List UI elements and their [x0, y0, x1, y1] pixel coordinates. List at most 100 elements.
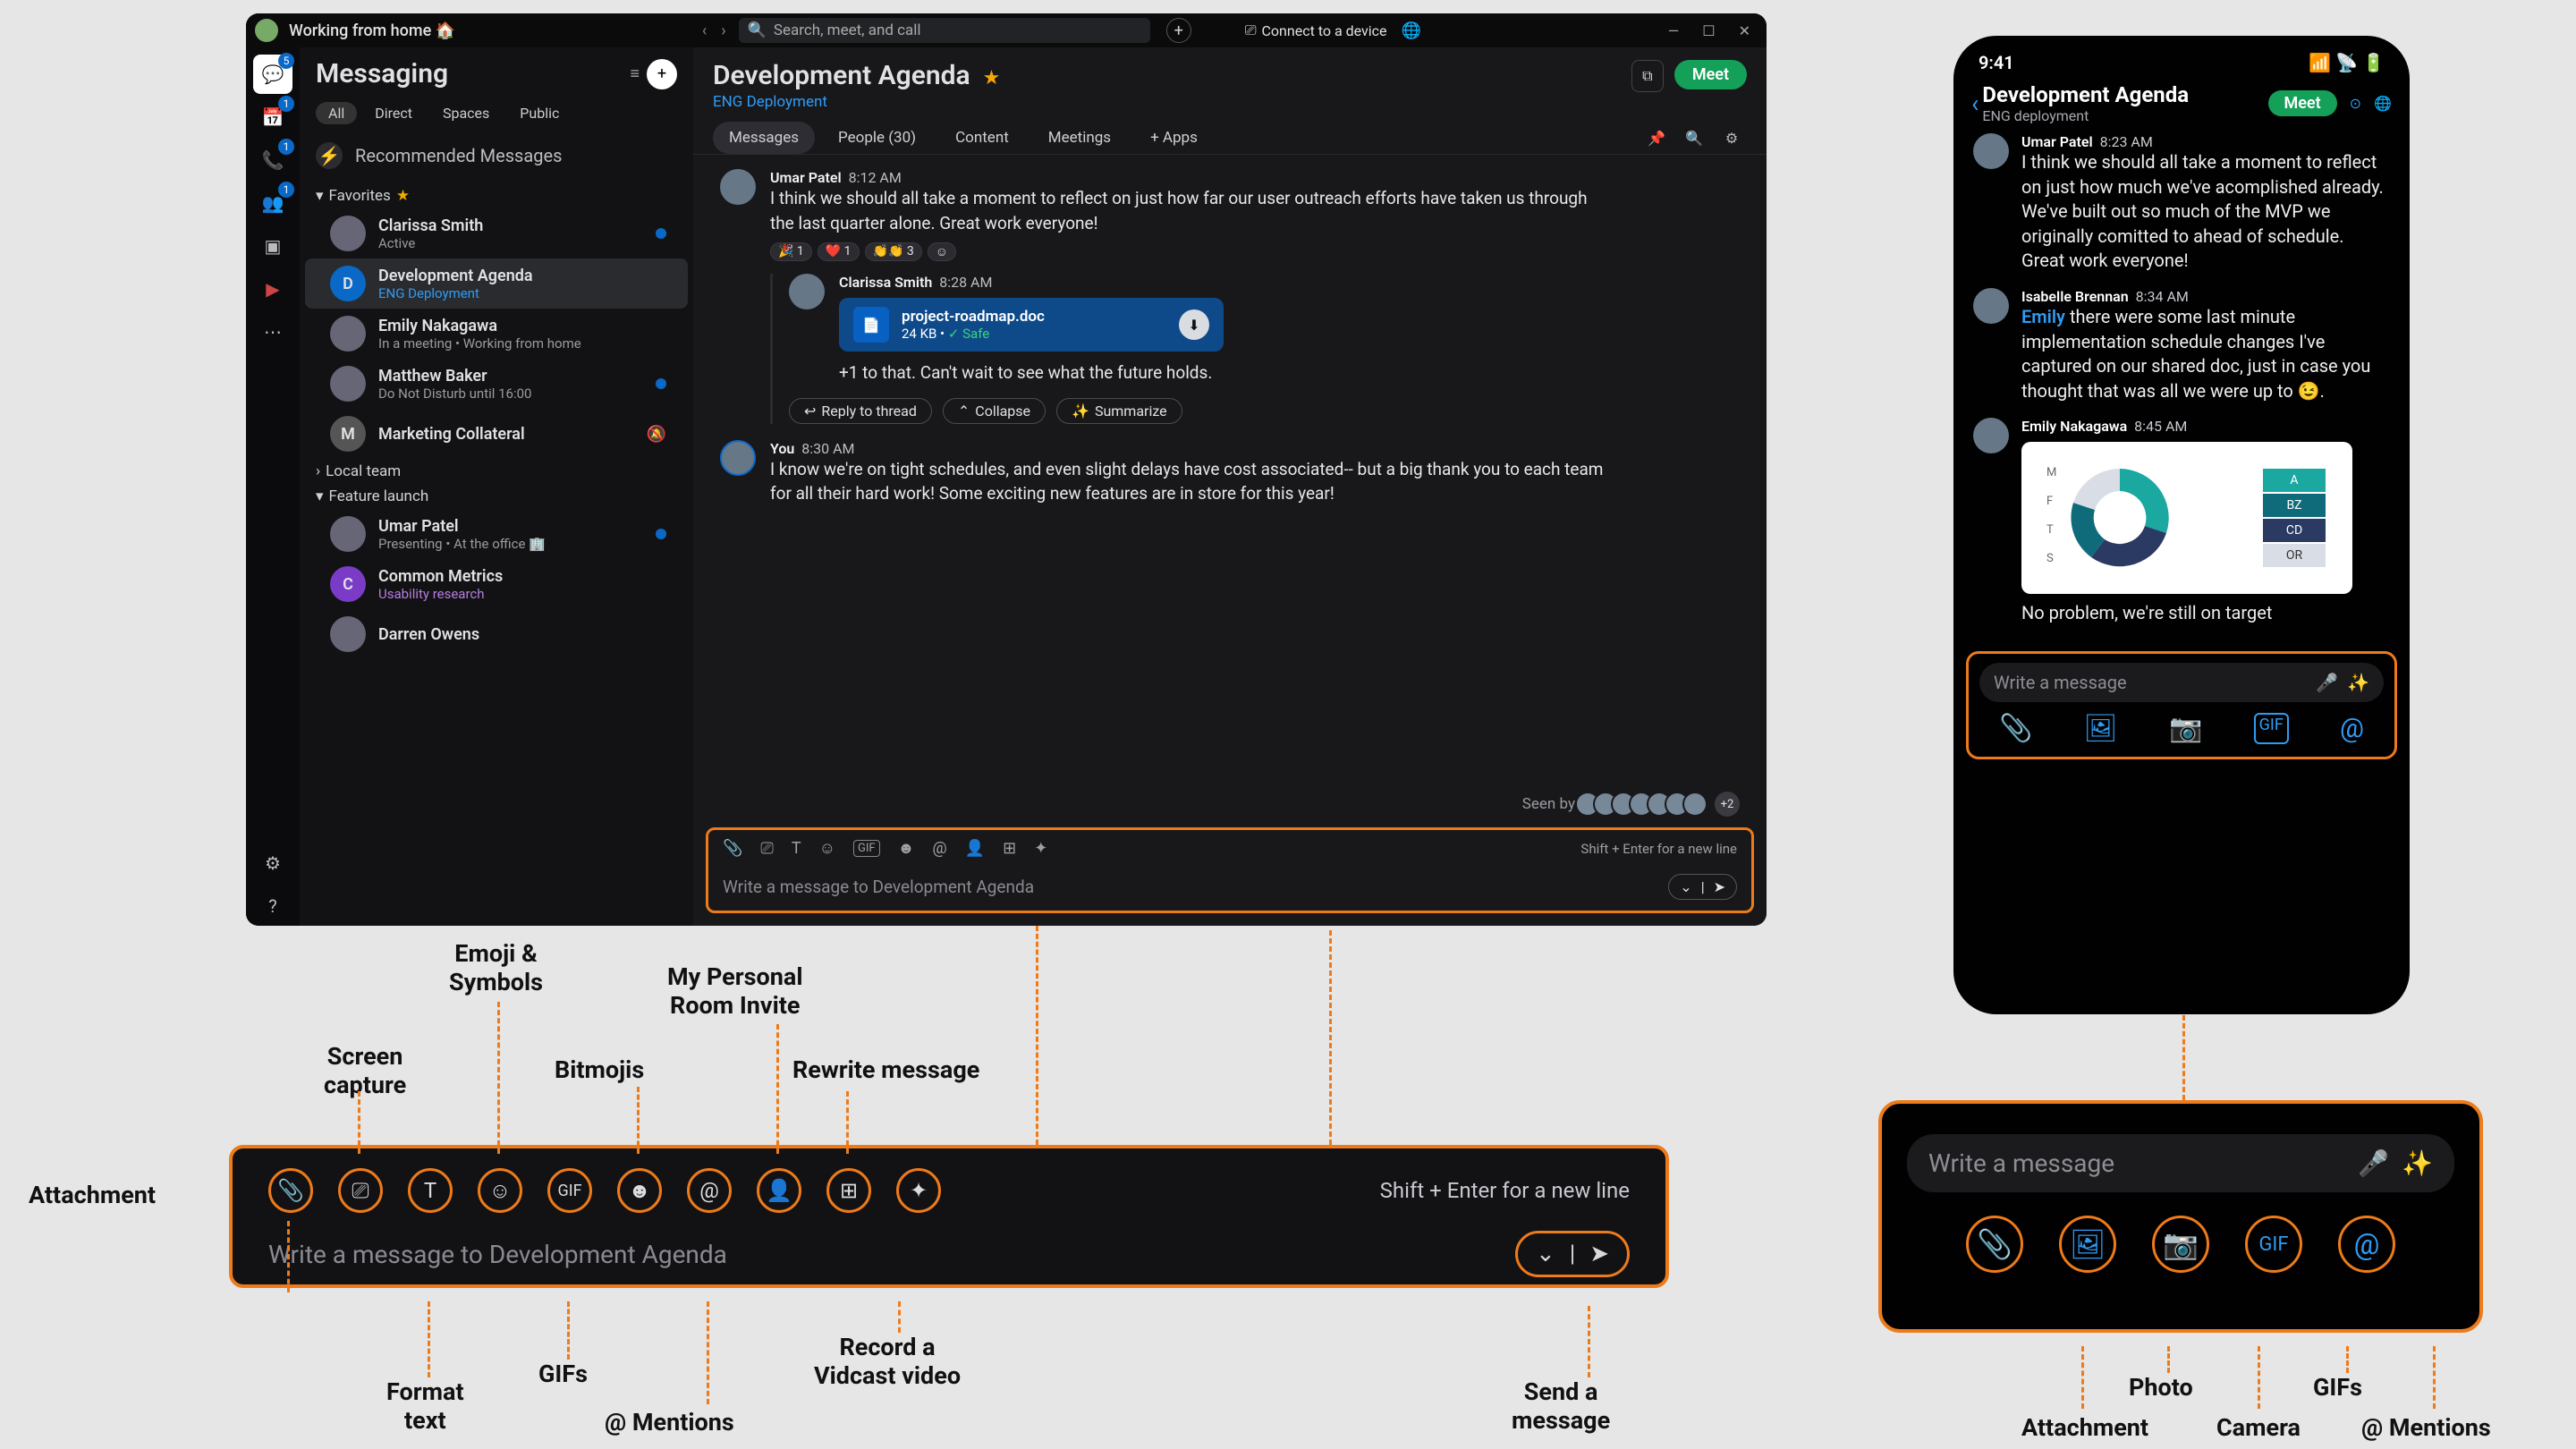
filter-direct[interactable]: Direct	[362, 102, 425, 124]
convo-matthew[interactable]: Matthew Baker Do Not Disturb until 16:00	[300, 359, 693, 409]
window-close-icon[interactable]: ✕	[1739, 22, 1750, 39]
photo-icon[interactable]: 🖼	[2084, 713, 2118, 744]
reply-thread-button[interactable]: ↩ Reply to thread	[789, 398, 932, 424]
globe-icon[interactable]: 🌐	[1402, 21, 1421, 40]
convo-dev-agenda[interactable]: D Development Agenda ENG Deployment	[305, 258, 688, 309]
rail-help-icon[interactable]: ?	[253, 886, 292, 926]
vidcast-icon[interactable]: ⊞	[1003, 839, 1016, 858]
filter-icon[interactable]: ≡	[630, 64, 640, 83]
attach-icon[interactable]: 📎	[1999, 713, 2032, 744]
bitmoji-icon[interactable]: ☻	[617, 1168, 662, 1213]
gif-icon[interactable]: GIF	[853, 840, 880, 857]
vidcast-icon[interactable]: ⊞	[826, 1168, 871, 1213]
screencap-icon[interactable]: ⎚	[760, 839, 773, 858]
filter-all[interactable]: All	[316, 102, 357, 124]
screencap-icon[interactable]: ⎚	[338, 1168, 383, 1213]
rewrite-icon[interactable]: ✦	[896, 1168, 941, 1213]
space-settings-icon[interactable]: ⚙	[1716, 130, 1747, 147]
mention-icon[interactable]: @	[2340, 713, 2364, 744]
filter-spaces[interactable]: Spaces	[430, 102, 502, 124]
room-invite-icon[interactable]: 👤	[965, 839, 985, 858]
recommended-messages[interactable]: ⚡ Recommended Messages	[316, 139, 677, 173]
tab-meetings[interactable]: Meetings	[1032, 122, 1127, 154]
reaction[interactable]: ❤️ 1	[818, 242, 860, 261]
summarize-button[interactable]: ✨ Summarize	[1056, 398, 1182, 424]
compose-input[interactable]: Write a message to Development Agenda	[723, 877, 1668, 897]
emoji-icon[interactable]: ☺	[478, 1168, 522, 1213]
tab-people[interactable]: People (30)	[822, 122, 932, 154]
attach-icon[interactable]: 📎	[723, 839, 742, 858]
format-icon[interactable]: T	[408, 1168, 453, 1213]
mention-icon[interactable]: @	[2338, 1216, 2395, 1273]
gif-icon[interactable]: GIF	[2245, 1216, 2302, 1273]
convo-emily[interactable]: Emily Nakagawa In a meeting • Working fr…	[300, 309, 693, 359]
back-icon[interactable]: ‹	[1971, 89, 1979, 118]
add-reaction[interactable]: ☺	[928, 242, 956, 261]
phone-meet-button[interactable]: Meet	[2268, 90, 2337, 116]
favorites-section[interactable]: ▾ Favorites ★	[300, 183, 693, 208]
mention-icon[interactable]: @	[933, 839, 947, 858]
voice-icon[interactable]: 🎤	[2316, 672, 2338, 693]
attach-icon[interactable]: 📎	[1966, 1216, 2023, 1273]
window-min-icon[interactable]: —	[1668, 22, 1680, 39]
rail-teams[interactable]: 👥1	[253, 183, 292, 223]
mobile-compose-input[interactable]: Write a message 🎤✨	[1907, 1134, 2454, 1192]
open-external-icon[interactable]: ⧉	[1631, 60, 1664, 92]
rail-more[interactable]: ⋯	[253, 312, 292, 352]
send-control[interactable]: ⌄|➤	[1515, 1231, 1630, 1277]
global-search[interactable]: 🔍 Search, meet, and call	[739, 18, 1150, 43]
tab-content[interactable]: Content	[939, 122, 1025, 154]
gif-icon[interactable]: GIF	[2254, 713, 2289, 744]
mention-icon[interactable]: @	[687, 1168, 732, 1213]
convo-common-metrics[interactable]: C Common Metrics Usability research	[300, 559, 693, 609]
window-max-icon[interactable]: ☐	[1702, 22, 1715, 39]
new-message-button[interactable]: +	[647, 59, 677, 89]
attach-icon[interactable]: 📎	[268, 1168, 313, 1213]
self-avatar[interactable]	[255, 19, 278, 42]
phone-compose-input[interactable]: Write a message 🎤✨	[1979, 663, 2384, 702]
rail-box[interactable]: ▣	[253, 226, 292, 266]
pin-icon[interactable]: 📌	[1641, 130, 1672, 147]
reaction[interactable]: 🎉 1	[770, 242, 812, 261]
globe-icon[interactable]: 🌐	[2374, 95, 2392, 112]
reaction[interactable]: 👏👏 3	[865, 242, 922, 261]
convo-clarissa[interactable]: Clarissa Smith Active	[300, 208, 693, 258]
convo-darren[interactable]: Darren Owens	[300, 609, 693, 659]
compose-input[interactable]: Write a message to Development Agenda	[268, 1240, 1515, 1269]
ai-icon[interactable]: ✨	[2402, 1148, 2433, 1178]
nav-back-icon[interactable]: ‹	[702, 21, 707, 40]
expand-icon[interactable]: ⌄	[1680, 878, 1691, 895]
meet-button[interactable]: Meet	[1674, 60, 1747, 89]
rail-calendar[interactable]: 📅1	[253, 97, 292, 137]
tab-messages[interactable]: Messages	[713, 122, 815, 154]
send-control[interactable]: ⌄ | ➤	[1668, 874, 1737, 900]
convo-umar[interactable]: Umar Patel Presenting • At the office 🏢	[300, 509, 693, 559]
local-team-section[interactable]: › Local team	[300, 459, 693, 484]
camera-icon[interactable]: 📷	[2169, 713, 2202, 744]
nav-fwd-icon[interactable]: ›	[721, 21, 725, 40]
presence-status[interactable]: Working from home 🏠	[289, 21, 455, 40]
camera-icon[interactable]: 📷	[2152, 1216, 2209, 1273]
rail-calls[interactable]: 📞1	[253, 140, 292, 180]
new-action-button[interactable]: +	[1166, 18, 1191, 43]
format-icon[interactable]: T	[792, 839, 801, 858]
feature-launch-section[interactable]: ▾ Feature launch	[300, 484, 693, 509]
voice-icon[interactable]: 🎤	[2358, 1148, 2389, 1178]
favorite-star-icon[interactable]: ★	[983, 67, 1001, 89]
collapse-button[interactable]: ⌃ Collapse	[943, 398, 1046, 424]
connect-device[interactable]: ⎚ Connect to a device	[1245, 21, 1387, 39]
tab-apps[interactable]: + Apps	[1134, 122, 1214, 154]
chart-attachment[interactable]: A BZ CD OR M F T S	[2021, 442, 2352, 594]
rail-settings-icon[interactable]: ⚙	[253, 843, 292, 883]
bitmoji-icon[interactable]: ☻	[898, 839, 915, 858]
room-invite-icon[interactable]: 👤	[757, 1168, 801, 1213]
emoji-icon[interactable]: ☺	[819, 839, 835, 858]
ai-icon[interactable]: ✨	[2347, 672, 2369, 693]
download-icon[interactable]: ⬇	[1179, 309, 1209, 340]
gif-icon[interactable]: GIF	[547, 1168, 592, 1213]
send-icon[interactable]: ➤	[1714, 878, 1725, 895]
more-icon[interactable]: ⊙	[2350, 95, 2361, 112]
search-in-space-icon[interactable]: 🔍	[1679, 130, 1709, 147]
convo-marketing[interactable]: M Marketing Collateral 🔕	[300, 409, 693, 459]
filter-public[interactable]: Public	[507, 102, 572, 124]
